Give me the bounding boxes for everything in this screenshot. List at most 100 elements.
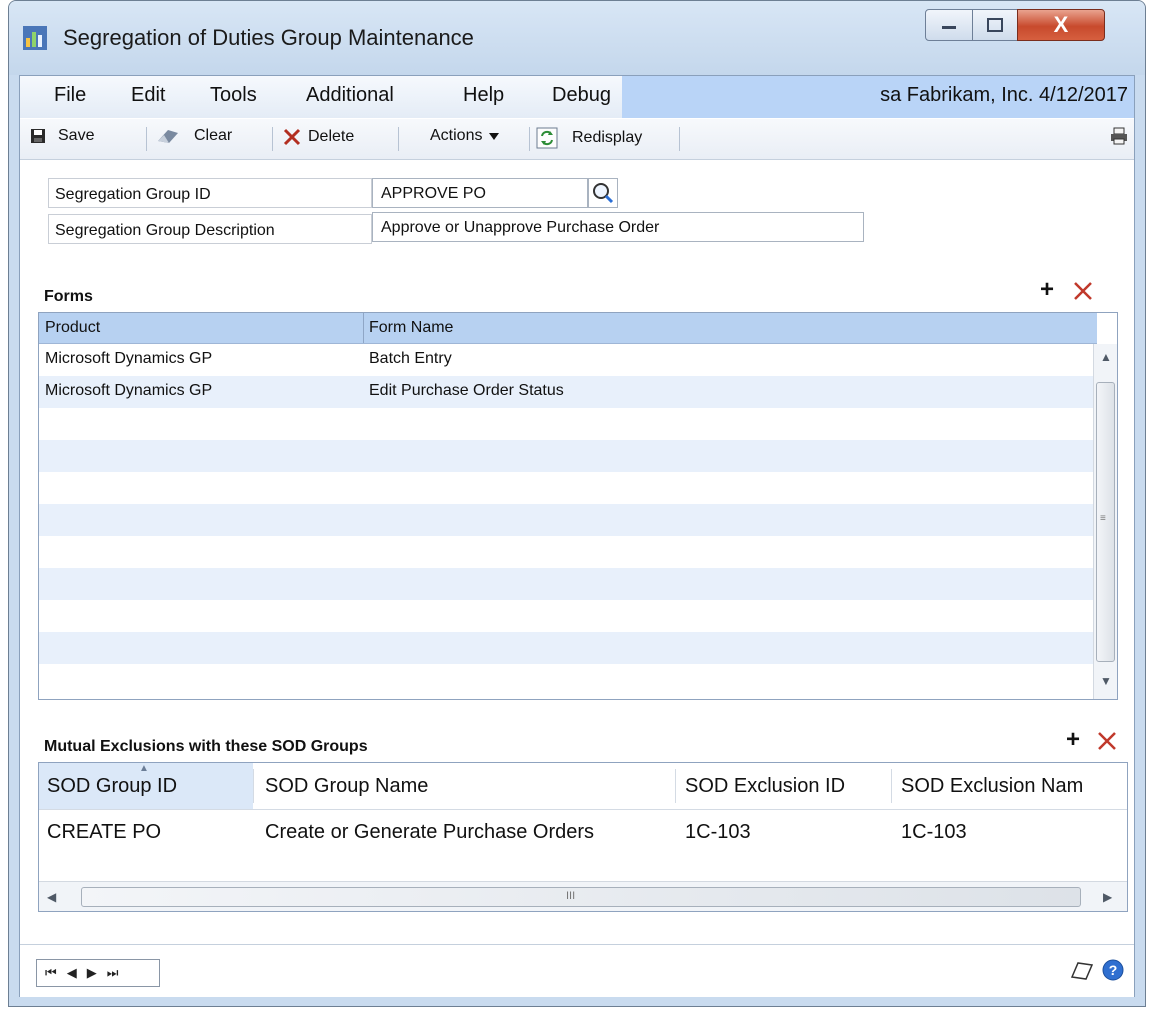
remove-form-button[interactable] bbox=[1072, 280, 1094, 307]
minimize-icon bbox=[942, 26, 956, 29]
scroll-down-icon[interactable]: ▼ bbox=[1100, 674, 1112, 688]
title-bar[interactable]: Segregation of Duties Group Maintenance … bbox=[9, 1, 1145, 75]
remove-exclusion-button[interactable] bbox=[1096, 730, 1118, 757]
group-id-input[interactable]: APPROVE PO bbox=[372, 178, 588, 208]
actions-label: Actions bbox=[430, 127, 483, 144]
maximize-button[interactable] bbox=[972, 9, 1018, 41]
group-description-input[interactable]: Approve or Unapprove Purchase Order bbox=[372, 212, 864, 242]
add-exclusion-button[interactable]: + bbox=[1066, 726, 1080, 754]
next-record-icon[interactable]: ▶ bbox=[87, 965, 97, 981]
maximize-icon bbox=[987, 18, 1003, 32]
window-title: Segregation of Duties Group Maintenance bbox=[63, 25, 474, 50]
column-divider bbox=[363, 313, 364, 343]
exclusions-horizontal-scrollbar[interactable]: ◀ III ▶ bbox=[39, 881, 1127, 911]
svg-text:?: ? bbox=[1109, 962, 1118, 978]
save-label: Save bbox=[58, 127, 95, 144]
cell-form-name: Edit Purchase Order Status bbox=[369, 382, 564, 399]
group-description-label: Segregation Group Description bbox=[48, 214, 372, 244]
help-icon[interactable]: ? bbox=[1102, 959, 1124, 981]
exclusions-section-title: Mutual Exclusions with these SOD Groups bbox=[44, 738, 368, 755]
add-form-button[interactable]: + bbox=[1040, 276, 1054, 304]
menu-tools[interactable]: Tools bbox=[210, 84, 257, 107]
menu-additional[interactable]: Additional bbox=[306, 84, 394, 107]
redisplay-button[interactable]: Redisplay bbox=[536, 127, 642, 149]
magnifier-icon bbox=[593, 183, 614, 204]
company-info: sa Fabrikam, Inc. 4/12/2017 bbox=[880, 84, 1128, 106]
cell-sod-group-name: Create or Generate Purchase Orders bbox=[265, 821, 595, 843]
delete-x-icon bbox=[283, 128, 301, 146]
table-row[interactable]: Microsoft Dynamics GP Batch Entry bbox=[39, 344, 1093, 376]
last-record-icon[interactable]: ⏭ bbox=[107, 965, 119, 981]
toolbar-separator bbox=[398, 127, 399, 151]
forms-grid: Product Form Name Microsoft Dynamics GP … bbox=[38, 312, 1118, 700]
minimize-button[interactable] bbox=[925, 9, 973, 41]
grip-icon: ≡ bbox=[1100, 513, 1106, 524]
scroll-left-icon[interactable]: ◀ bbox=[47, 890, 56, 904]
grip-icon: III bbox=[566, 890, 576, 902]
table-row[interactable]: Microsoft Dynamics GP Edit Purchase Orde… bbox=[39, 376, 1093, 408]
save-button[interactable]: Save bbox=[30, 127, 94, 145]
clear-label: Clear bbox=[194, 127, 233, 144]
menu-help[interactable]: Help bbox=[463, 84, 504, 107]
column-header-sod-group-id[interactable]: SOD Group ID bbox=[47, 775, 177, 798]
cell-sod-exclusion-name: 1C-103 bbox=[901, 821, 967, 843]
column-divider bbox=[253, 769, 254, 803]
table-row[interactable] bbox=[39, 600, 1093, 632]
redisplay-label: Redisplay bbox=[572, 129, 643, 146]
delete-label: Delete bbox=[308, 128, 355, 145]
refresh-icon bbox=[536, 127, 558, 149]
forms-vertical-scrollbar[interactable]: ▲ ≡ ▼ bbox=[1093, 344, 1117, 699]
toolbar-separator bbox=[146, 127, 147, 151]
close-icon: X bbox=[1053, 12, 1069, 37]
column-divider bbox=[891, 769, 892, 803]
column-header-product[interactable]: Product bbox=[45, 319, 100, 337]
table-row[interactable] bbox=[39, 440, 1093, 472]
table-row[interactable] bbox=[39, 664, 1093, 696]
scroll-thumb[interactable]: III bbox=[81, 887, 1081, 907]
table-row[interactable] bbox=[39, 568, 1093, 600]
chevron-down-icon bbox=[489, 133, 500, 140]
app-chart-icon bbox=[23, 26, 47, 50]
first-record-icon[interactable]: ⏮ bbox=[45, 965, 57, 981]
toolbar-separator bbox=[272, 127, 273, 151]
forms-grid-header: Product Form Name bbox=[39, 313, 1097, 344]
table-row[interactable] bbox=[39, 632, 1093, 664]
column-header-sod-exclusion-name[interactable]: SOD Exclusion Nam bbox=[901, 775, 1083, 798]
company-info-bar: sa Fabrikam, Inc. 4/12/2017 bbox=[622, 76, 1134, 118]
table-row[interactable] bbox=[39, 472, 1093, 504]
table-row[interactable] bbox=[39, 408, 1093, 440]
note-icon[interactable] bbox=[1070, 961, 1094, 981]
cell-product: Microsoft Dynamics GP bbox=[45, 350, 213, 367]
table-row[interactable] bbox=[39, 504, 1093, 536]
delete-button[interactable]: Delete bbox=[282, 127, 354, 147]
actions-dropdown[interactable]: Actions bbox=[430, 127, 500, 145]
clear-button[interactable]: Clear bbox=[156, 127, 232, 145]
plus-icon: + bbox=[1040, 276, 1055, 303]
cell-product: Microsoft Dynamics GP bbox=[45, 382, 213, 399]
column-header-form-name[interactable]: Form Name bbox=[369, 319, 453, 337]
delete-x-icon bbox=[1098, 732, 1116, 750]
column-header-sod-group-name[interactable]: SOD Group Name bbox=[265, 775, 428, 798]
menu-file[interactable]: File bbox=[54, 84, 86, 107]
plus-icon: + bbox=[1066, 726, 1081, 753]
table-row[interactable] bbox=[39, 536, 1093, 568]
menu-edit[interactable]: Edit bbox=[131, 84, 165, 107]
scroll-thumb[interactable]: ≡ bbox=[1096, 382, 1115, 662]
cell-sod-group-id: CREATE PO bbox=[47, 821, 162, 843]
delete-x-icon bbox=[1074, 282, 1092, 300]
table-row[interactable]: CREATE PO Create or Generate Purchase Or… bbox=[39, 811, 1127, 851]
column-divider bbox=[675, 769, 676, 803]
sort-ascending-icon: ▲ bbox=[139, 763, 149, 774]
group-id-label: Segregation Group ID bbox=[48, 178, 372, 208]
menu-bar: File Edit Tools Additional Help Debug sa… bbox=[20, 76, 1134, 118]
print-button[interactable] bbox=[1110, 127, 1128, 145]
previous-record-icon[interactable]: ◀ bbox=[67, 965, 77, 981]
column-header-sod-exclusion-id[interactable]: SOD Exclusion ID bbox=[685, 775, 845, 798]
group-id-lookup-button[interactable] bbox=[588, 178, 618, 208]
scroll-right-icon[interactable]: ▶ bbox=[1103, 890, 1112, 904]
record-navigation: ⏮ ◀ ▶ ⏭ bbox=[36, 959, 160, 987]
printer-icon bbox=[1111, 127, 1127, 145]
scroll-up-icon[interactable]: ▲ bbox=[1100, 350, 1112, 364]
menu-debug[interactable]: Debug bbox=[552, 84, 611, 107]
close-button[interactable]: X bbox=[1017, 9, 1105, 41]
